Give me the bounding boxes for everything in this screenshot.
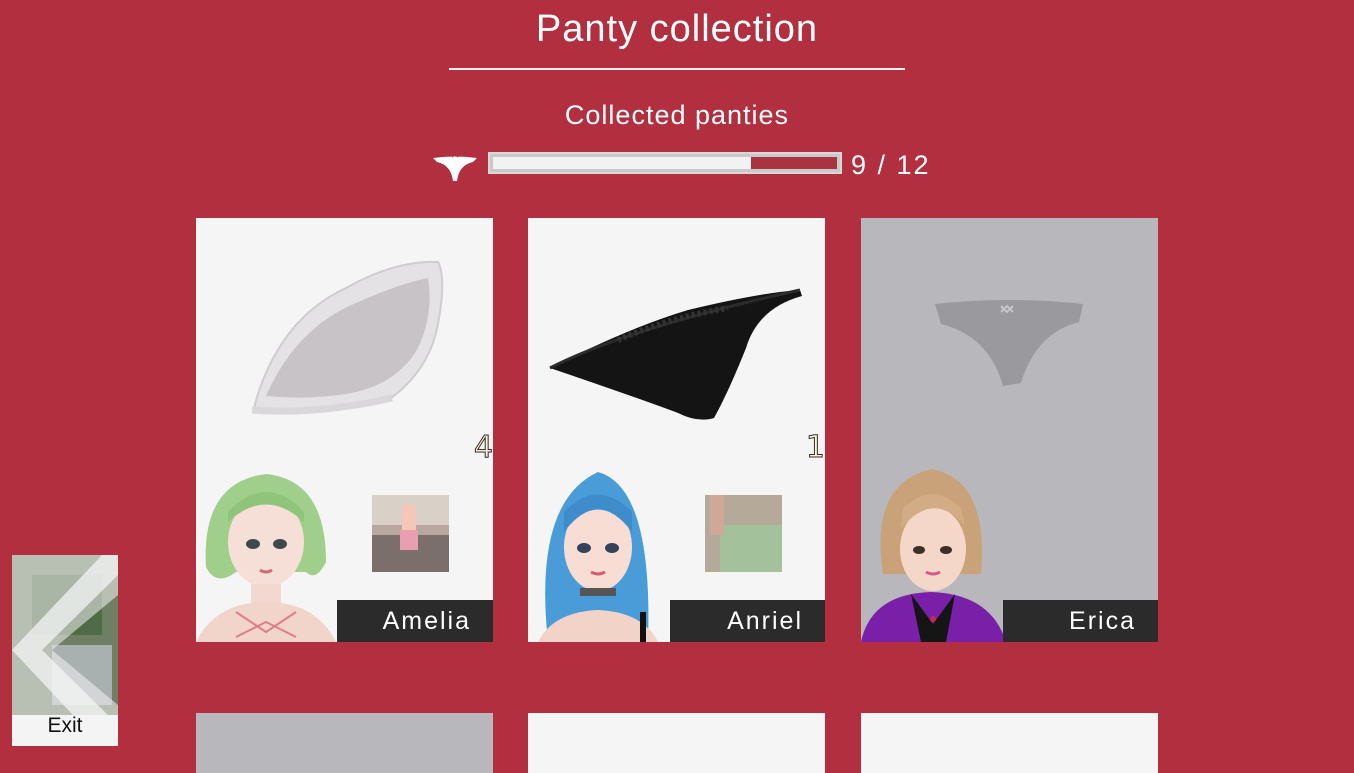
name-bar: Amelia — [337, 600, 493, 642]
scene-thumbnail — [372, 495, 449, 572]
name-bar: Erica — [1003, 600, 1158, 642]
character-card-amelia[interactable]: 4 Amelia — [196, 218, 493, 642]
title-divider — [449, 68, 905, 70]
scene-thumbnail — [705, 495, 782, 572]
character-name: Erica — [1069, 607, 1136, 635]
progress-bar-fill — [493, 157, 751, 169]
panty-icon — [433, 153, 477, 181]
collection-subtitle: Collected panties — [564, 100, 790, 130]
black-lace-panty-image — [549, 288, 802, 420]
exit-button[interactable]: Exit — [12, 555, 118, 746]
panty-count: 4 — [473, 430, 493, 466]
character-name: Amelia — [382, 607, 471, 635]
name-bar: Anriel — [670, 600, 825, 642]
character-portrait-amelia — [196, 474, 336, 642]
character-portrait-anriel — [538, 472, 658, 642]
page-title: Panty collection — [535, 8, 819, 50]
character-name: Anriel — [727, 607, 803, 635]
locked-panty-silhouette — [935, 300, 1083, 386]
collection-progress: 9 / 12 — [0, 150, 1354, 184]
character-card-erica[interactable]: Erica — [861, 218, 1158, 642]
character-card[interactable] — [528, 713, 825, 773]
panty-count: 1 — [805, 430, 825, 466]
character-portrait-erica — [861, 469, 1006, 642]
progress-bar — [488, 152, 842, 174]
character-card[interactable] — [861, 713, 1158, 773]
character-card[interactable] — [196, 713, 493, 773]
character-card-anriel[interactable]: 1 Anriel — [528, 218, 825, 642]
progress-count: 9 / 12 — [851, 150, 931, 180]
exit-label: Exit — [47, 714, 83, 737]
white-panty-image — [251, 260, 444, 415]
